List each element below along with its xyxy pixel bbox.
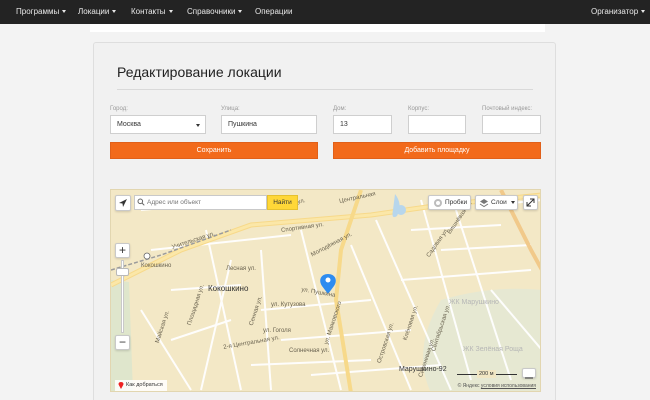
expand-icon	[526, 198, 535, 207]
chevron-down-icon	[112, 10, 117, 14]
traffic-label: Пробки	[445, 199, 468, 206]
map-label-kokoshkino: Кокошкино	[208, 284, 249, 293]
terms-link[interactable]: условия использования	[481, 383, 536, 389]
route-label: Как добраться	[126, 382, 163, 388]
map-label-zhk-zelenaya: ЖК Зелёная Роща	[463, 346, 523, 353]
save-button[interactable]: Сохранить	[110, 142, 318, 159]
map-search-button[interactable]: Найти	[267, 195, 298, 210]
map-label-station: Кокошкино	[141, 263, 172, 269]
fullscreen-button[interactable]	[523, 195, 538, 210]
zoom-slider-handle[interactable]	[116, 268, 129, 276]
zoom-in-button[interactable]: +	[115, 243, 130, 258]
city-label: Город:	[110, 106, 128, 112]
locate-button[interactable]	[115, 195, 131, 211]
map-search-input[interactable]	[134, 195, 267, 210]
building-field[interactable]	[408, 115, 466, 134]
map-search: Найти	[134, 195, 319, 210]
nav-locations-label: Локации	[78, 7, 110, 16]
title-divider	[117, 89, 533, 90]
nav-programs[interactable]: Программы	[16, 0, 67, 24]
map-pin-icon	[118, 382, 124, 389]
copyright-prefix: © Яндекс	[457, 383, 480, 389]
navigation-arrow-icon	[119, 199, 127, 207]
chevron-down-icon	[168, 10, 173, 14]
map-label-solnechnaya: Солнечная ул.	[289, 348, 330, 354]
nav-operations[interactable]: Операции	[255, 0, 292, 24]
chevron-down-icon	[510, 200, 515, 204]
ruler-icon	[525, 377, 533, 379]
ruler-button[interactable]	[522, 368, 536, 379]
map-label-kutuzova: ул. Кутузова	[271, 302, 306, 308]
search-icon	[137, 198, 145, 206]
route-link[interactable]: Как добраться	[115, 380, 167, 391]
nav-directories[interactable]: Справочники	[187, 0, 243, 24]
map-label-zhk-marushkino: ЖК Марушкино	[449, 299, 499, 306]
layers-button[interactable]: Слои	[475, 195, 518, 210]
map-label-lesnaya: Лесная ул.	[226, 266, 256, 272]
house-label: Дом:	[333, 106, 347, 112]
user-menu-label: Организатор	[591, 7, 639, 16]
layers-icon	[479, 199, 489, 208]
map-scale: 200 м	[457, 370, 517, 379]
nav-programs-label: Программы	[16, 7, 60, 16]
nav-user-menu[interactable]: Организатор	[591, 0, 646, 24]
chevron-down-icon	[641, 10, 646, 14]
add-area-button[interactable]: Добавить площадку	[333, 142, 541, 159]
top-navbar: Программы Локации Контакты Справочники О…	[0, 0, 650, 24]
top-strip	[90, 24, 545, 32]
traffic-light-icon	[434, 199, 442, 207]
city-select-value: Москва	[117, 121, 141, 128]
chevron-down-icon	[196, 124, 200, 127]
layers-label: Слои	[491, 199, 507, 206]
page-title: Редактирование локации	[117, 64, 282, 80]
nav-contacts[interactable]: Контакты	[131, 0, 173, 24]
chevron-down-icon	[62, 10, 67, 14]
street-label: Улица:	[221, 106, 240, 112]
building-label: Корпус:	[408, 106, 430, 112]
postcode-field[interactable]	[482, 115, 541, 134]
map-label-gogolya: ул. Гоголя	[263, 328, 291, 334]
map-label-marushkino92: Марушкино-92	[399, 366, 447, 373]
map-copyright: © Яндекс условия использования	[458, 383, 536, 389]
traffic-button[interactable]: Пробки	[428, 195, 471, 210]
postcode-label: Почтовый индекс:	[482, 106, 533, 112]
nav-operations-label: Операции	[255, 7, 293, 16]
scale-label: 200 м	[477, 370, 496, 378]
nav-locations[interactable]: Локации	[78, 0, 117, 24]
map[interactable]: Кокошкино Кокошкино Учительская ул. Учит…	[110, 189, 541, 392]
street-field[interactable]	[221, 115, 317, 134]
nav-directories-label: Справочники	[187, 7, 236, 16]
chevron-down-icon	[238, 10, 243, 14]
city-select[interactable]: Москва	[110, 115, 206, 134]
nav-contacts-label: Контакты	[131, 7, 166, 16]
zoom-out-button[interactable]: −	[115, 335, 130, 350]
house-field[interactable]	[333, 115, 392, 134]
